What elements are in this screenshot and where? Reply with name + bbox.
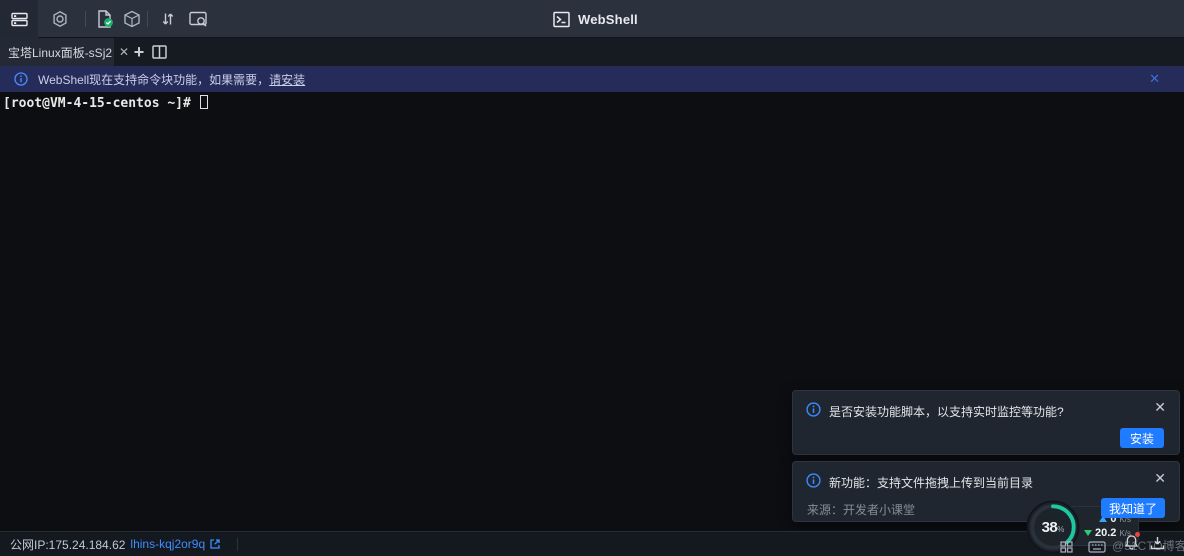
file-check-icon bbox=[95, 9, 115, 29]
panels-button[interactable] bbox=[0, 0, 38, 38]
download-arrow-icon bbox=[1084, 530, 1092, 536]
top-toolbar: WebShell bbox=[0, 0, 1184, 38]
terminal-icon bbox=[553, 11, 570, 28]
public-ip-label: 公网IP:175.24.184.62 bbox=[10, 536, 125, 553]
toast-new-feature: 新功能：支持文件拖拽上传到当前目录 ✕ 来源：开发者小课堂 我知道了 bbox=[792, 461, 1180, 522]
instance-link[interactable]: lhins-kqj2or9q bbox=[130, 537, 205, 551]
package-icon bbox=[123, 10, 141, 28]
terminal-cursor bbox=[200, 95, 208, 109]
gear-icon bbox=[51, 10, 69, 28]
banner-message: WebShell现在支持命令块功能，如果需要， bbox=[38, 71, 269, 88]
window-title-label: WebShell bbox=[578, 12, 638, 27]
toast-message: 新功能：支持文件拖拽上传到当前目录 bbox=[829, 474, 1033, 491]
swap-vertical-button[interactable] bbox=[153, 0, 183, 38]
info-icon bbox=[14, 72, 28, 86]
statusbar-divider bbox=[237, 538, 238, 551]
new-tab-button[interactable]: + bbox=[128, 38, 150, 66]
toolbar-divider bbox=[85, 11, 86, 27]
status-bar: 公网IP:175.24.184.62 lhins-kqj2or9q bbox=[0, 531, 1184, 556]
banner-install-link[interactable]: 请安装 bbox=[269, 71, 305, 88]
webshell-window: WebShell 宝塔Linux面板-sSj2 ✕ + WebShell现在支持… bbox=[0, 0, 1184, 556]
keyboard-button[interactable] bbox=[1088, 540, 1106, 556]
got-it-button[interactable]: 我知道了 bbox=[1101, 498, 1165, 518]
toast-message: 是否安装功能脚本，以支持实时监控等功能? bbox=[829, 403, 1064, 420]
terminal-prompt: [root@VM-4-15-centos ~]# bbox=[3, 95, 208, 111]
toast-close-icon[interactable]: ✕ bbox=[1154, 471, 1166, 485]
window-search-icon bbox=[188, 9, 208, 29]
keyboard-icon bbox=[1088, 541, 1106, 553]
swap-vertical-icon bbox=[159, 10, 177, 28]
toolbar-divider bbox=[147, 11, 148, 27]
usage-percent: 38 bbox=[1042, 519, 1058, 536]
notifications-button[interactable] bbox=[1124, 534, 1139, 555]
grid-button[interactable] bbox=[1060, 540, 1073, 556]
usage-unit: % bbox=[1057, 525, 1064, 534]
notice-banner: WebShell现在支持命令块功能，如果需要，请安装 ✕ bbox=[0, 66, 1184, 92]
info-icon bbox=[806, 473, 821, 488]
external-link-icon[interactable] bbox=[209, 538, 221, 550]
grid-icon bbox=[1060, 541, 1073, 553]
file-check-button[interactable] bbox=[90, 0, 120, 38]
prompt-text: [root@VM-4-15-centos ~]# bbox=[3, 96, 199, 111]
install-button[interactable]: 安装 bbox=[1120, 428, 1164, 448]
watermark: @51CTO博客 bbox=[1112, 537, 1184, 554]
split-pane-icon bbox=[152, 45, 167, 59]
tab-bt-panel[interactable]: 宝塔Linux面板-sSj2 ✕ bbox=[0, 38, 114, 66]
banner-close-icon[interactable]: ✕ bbox=[1149, 71, 1160, 87]
tab-bar: 宝塔Linux面板-sSj2 ✕ + bbox=[0, 38, 1184, 66]
settings-button[interactable] bbox=[45, 0, 75, 38]
toast-close-icon[interactable]: ✕ bbox=[1154, 400, 1166, 414]
download-icon bbox=[1150, 536, 1165, 550]
toast-source: 来源：开发者小课堂 bbox=[807, 501, 915, 518]
toast-install-script: 是否安装功能脚本，以支持实时监控等功能? ✕ 安装 bbox=[792, 390, 1180, 455]
notification-dot bbox=[1135, 532, 1140, 537]
window-title: WebShell bbox=[553, 0, 638, 38]
panels-icon bbox=[11, 11, 28, 28]
package-button[interactable] bbox=[117, 0, 147, 38]
info-icon bbox=[806, 402, 821, 417]
download-button[interactable] bbox=[1150, 536, 1165, 555]
window-search-button[interactable] bbox=[183, 0, 213, 38]
tab-label: 宝塔Linux面板-sSj2 bbox=[8, 44, 112, 61]
split-pane-button[interactable] bbox=[152, 45, 167, 64]
